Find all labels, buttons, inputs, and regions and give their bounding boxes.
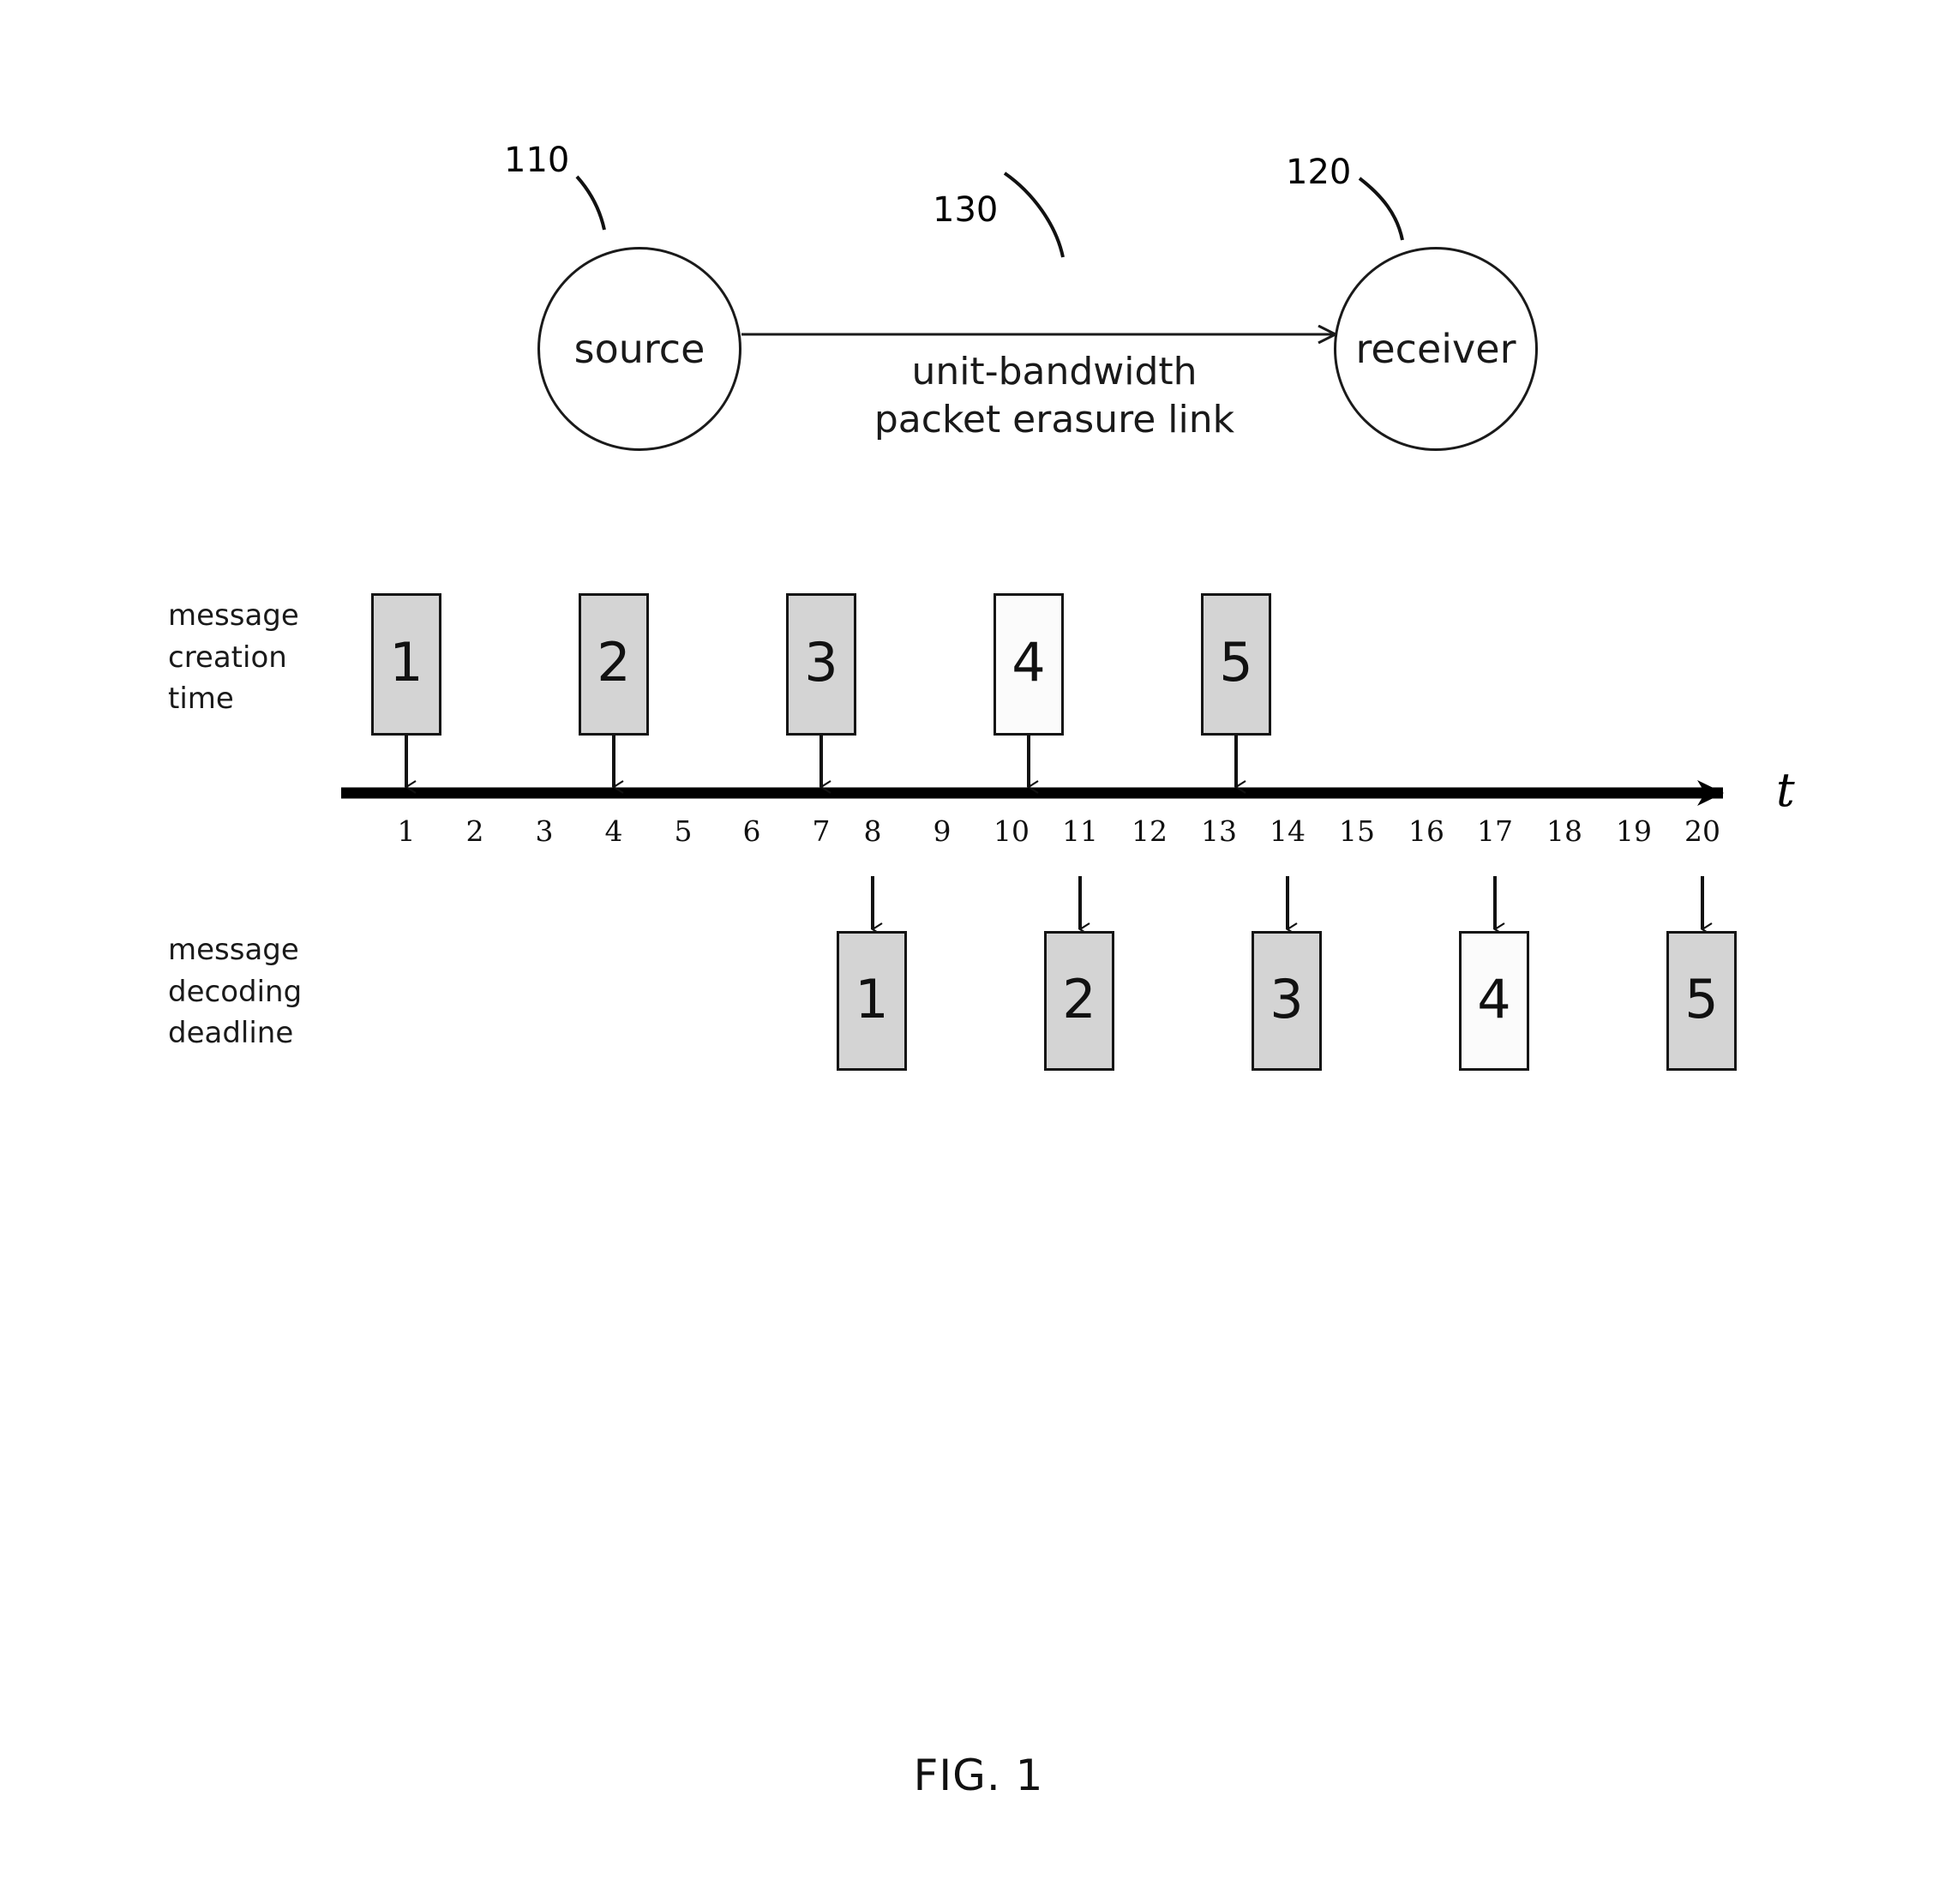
link-caption: unit-bandwidth packet erasure link [806, 348, 1303, 445]
tick-label-1: 1 [397, 814, 416, 848]
deadline-message-box-4: 4 [1459, 931, 1529, 1071]
deadline-message-box-5: 5 [1666, 931, 1737, 1071]
time-axis-variable-label: t [1776, 763, 1795, 817]
reference-numeral-110: 110 [504, 141, 570, 180]
figure-page: 110 130 120 source receiver unit-bandwid… [0, 0, 1957, 1904]
deadline-message-box-3: 3 [1252, 931, 1322, 1071]
leader-line-110 [575, 175, 606, 231]
creation-message-box-3: 3 [786, 593, 856, 736]
creation-message-box-2: 2 [579, 593, 649, 736]
tick-label-18: 18 [1546, 814, 1582, 848]
source-node: source [537, 247, 741, 451]
creation-message-id-4: 4 [1012, 631, 1046, 694]
message-decoding-deadline-label: message decoding deadline [168, 929, 302, 1054]
receiver-node: receiver [1334, 247, 1538, 451]
deadline-message-id-3: 3 [1270, 967, 1304, 1030]
creation-message-id-2: 2 [597, 631, 631, 694]
deadline-message-id-4: 4 [1477, 967, 1511, 1030]
source-node-label: source [573, 326, 705, 372]
leader-line-120 [1358, 177, 1404, 241]
deadline-message-box-2: 2 [1044, 931, 1114, 1071]
tick-label-5: 5 [674, 814, 693, 848]
deadline-label-line1: message [168, 933, 299, 967]
tick-label-3: 3 [535, 814, 554, 848]
message-creation-time-label: message creation time [168, 595, 299, 720]
tick-label-2: 2 [465, 814, 484, 848]
tick-label-17: 17 [1477, 814, 1513, 848]
creation-message-id-1: 1 [389, 631, 423, 694]
tick-label-13: 13 [1201, 814, 1237, 848]
tick-label-11: 11 [1062, 814, 1098, 848]
tick-label-19: 19 [1616, 814, 1652, 848]
tick-label-15: 15 [1339, 814, 1375, 848]
link-caption-line2: packet erasure link [873, 398, 1235, 442]
tick-label-4: 4 [604, 814, 623, 848]
receiver-node-label: receiver [1355, 326, 1516, 372]
leader-line-130 [1003, 171, 1065, 258]
deadline-label-line3: deadline [168, 1016, 294, 1051]
deadline-message-id-2: 2 [1062, 967, 1096, 1030]
creation-message-box-5: 5 [1201, 593, 1271, 736]
tick-label-10: 10 [994, 814, 1030, 848]
tick-label-7: 7 [812, 814, 831, 848]
creation-message-box-4: 4 [994, 593, 1064, 736]
tick-label-9: 9 [933, 814, 951, 848]
deadline-label-line2: decoding [168, 974, 303, 1009]
creation-message-id-3: 3 [804, 631, 838, 694]
creation-message-id-5: 5 [1219, 631, 1253, 694]
tick-label-8: 8 [863, 814, 882, 848]
reference-numeral-130: 130 [933, 190, 999, 230]
creation-label-line1: message [168, 598, 299, 633]
deadline-message-box-1: 1 [837, 931, 907, 1071]
creation-label-line2: creation [168, 640, 287, 675]
tick-label-6: 6 [742, 814, 761, 848]
tick-label-20: 20 [1684, 814, 1720, 848]
tick-label-14: 14 [1270, 814, 1306, 848]
link-caption-line1: unit-bandwidth [911, 350, 1198, 393]
tick-label-16: 16 [1408, 814, 1444, 848]
reference-numeral-120: 120 [1286, 153, 1352, 192]
creation-label-line3: time [168, 682, 234, 717]
deadline-message-id-5: 5 [1684, 967, 1719, 1030]
deadline-message-id-1: 1 [855, 967, 889, 1030]
tick-label-12: 12 [1132, 814, 1168, 848]
creation-message-box-1: 1 [371, 593, 441, 736]
figure-caption: FIG. 1 [913, 1751, 1044, 1800]
